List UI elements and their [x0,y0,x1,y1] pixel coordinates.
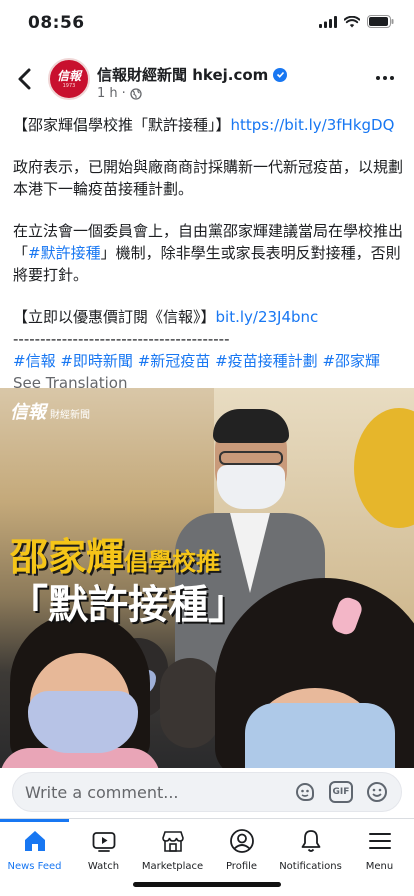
tab-label: Marketplace [141,861,204,872]
subscribe-line: 【立即以優惠價訂閱《信報》】bit.ly/23J4bnc [13,306,405,328]
image-logo-sub: 財經新聞 [50,410,90,421]
hashtag-link[interactable]: #疫苗接種計劃 [215,352,318,370]
post-title-line: 【邵家輝倡學校推「默許接種」】https://bit.ly/3fHkgDQ [13,114,405,136]
post-image[interactable]: 信報 財經新聞 邵家輝 倡學校推 「默許接種」 [0,388,414,768]
status-time: 08:56 [28,13,85,33]
emoji-icon[interactable] [365,780,389,804]
page-name-text: 信報財經新聞 hkej.com [97,66,269,84]
tab-label: Menu [365,861,394,872]
avatar-logo-text: 信報 [56,68,81,83]
bell-icon [297,827,325,855]
watch-icon [90,827,118,855]
image-logo-main: 信報 [10,402,46,423]
home-icon [21,827,49,855]
hashtag-line: #信報 #即時新聞 #新冠疫苗 #疫苗接種計劃 #邵家輝 [13,350,405,372]
image-person-bg [160,658,220,748]
comment-actions: GIF [293,780,389,804]
post-header: 信報 1973 信報財經新聞 hkej.com 1 h · [0,54,414,106]
post-meta: 1 h · [97,86,142,101]
article-link[interactable]: https://bit.ly/3fHkgDQ [231,116,395,134]
signal-icon [319,15,337,28]
tab-news-feed[interactable]: News Feed [0,827,69,872]
image-person-child [0,613,160,768]
more-options-icon[interactable] [376,70,400,86]
sticker-icon[interactable] [293,780,317,804]
profile-icon [228,827,256,855]
hashtag-link[interactable]: #新冠疫苗 [138,352,211,370]
tab-label: Watch [87,861,120,872]
text-divider: ---------------------------------------- [13,330,230,348]
page-name[interactable]: 信報財經新聞 hkej.com [97,64,288,85]
hashtag-link[interactable]: #邵家輝 [322,352,380,370]
avatar-year: 1973 [62,82,76,89]
tab-menu[interactable]: Menu [345,827,414,872]
verified-badge-icon [273,67,288,82]
gif-icon[interactable]: GIF [329,781,353,803]
hashtag-link-inline[interactable]: #默許接種 [28,244,101,262]
tab-watch[interactable]: Watch [69,827,138,872]
comment-input[interactable]: Write a comment... GIF [12,772,402,812]
status-bar: 08:56 [0,0,414,48]
tab-label: News Feed [7,861,62,872]
subscribe-text: 【立即以優惠價訂閱《信報》】 [13,308,216,326]
post-body: 【邵家輝倡學校推「默許接種」】https://bit.ly/3fHkgDQ 政府… [13,114,405,394]
image-headline-quote: 「默許接種」 [8,582,248,628]
image-logo: 信報 財經新聞 [10,398,90,424]
subscribe-link[interactable]: bit.ly/23J4bnc [216,308,319,326]
globe-icon [130,87,142,100]
post-paragraph-1: 政府表示，已開始與廠商商討採購新一代新冠疫苗，以規劃本港下一輪疫苗接種計劃。 [13,158,404,198]
back-arrow-icon [18,68,31,90]
meta-separator: · [121,86,126,101]
post-time[interactable]: 1 h [97,86,118,101]
status-icons [319,15,394,28]
marketplace-icon [159,827,187,855]
hashtag-link[interactable]: #即時新聞 [60,352,133,370]
comment-placeholder: Write a comment... [25,783,179,802]
menu-icon [366,827,394,855]
hashtag-link[interactable]: #信報 [13,352,56,370]
back-button[interactable] [14,66,36,92]
tab-profile[interactable]: Profile [207,827,276,872]
post-title: 【邵家輝倡學校推「默許接種」】 [13,116,231,134]
battery-icon [367,15,394,28]
tab-marketplace[interactable]: Marketplace [138,827,207,872]
home-indicator [133,882,281,887]
wifi-icon [344,15,360,27]
tab-label: Profile [225,861,258,872]
post-paragraph-2: 在立法會一個委員會上，自由黨邵家輝建議當局在學校推出「#默許接種」機制，除非學生… [13,220,405,286]
comment-bar: Write a comment... GIF [0,768,414,816]
tab-label: Notifications [279,861,342,872]
page-avatar[interactable]: 信報 1973 [48,58,90,100]
tab-notifications[interactable]: Notifications [276,827,345,872]
active-tab-indicator [0,819,69,822]
